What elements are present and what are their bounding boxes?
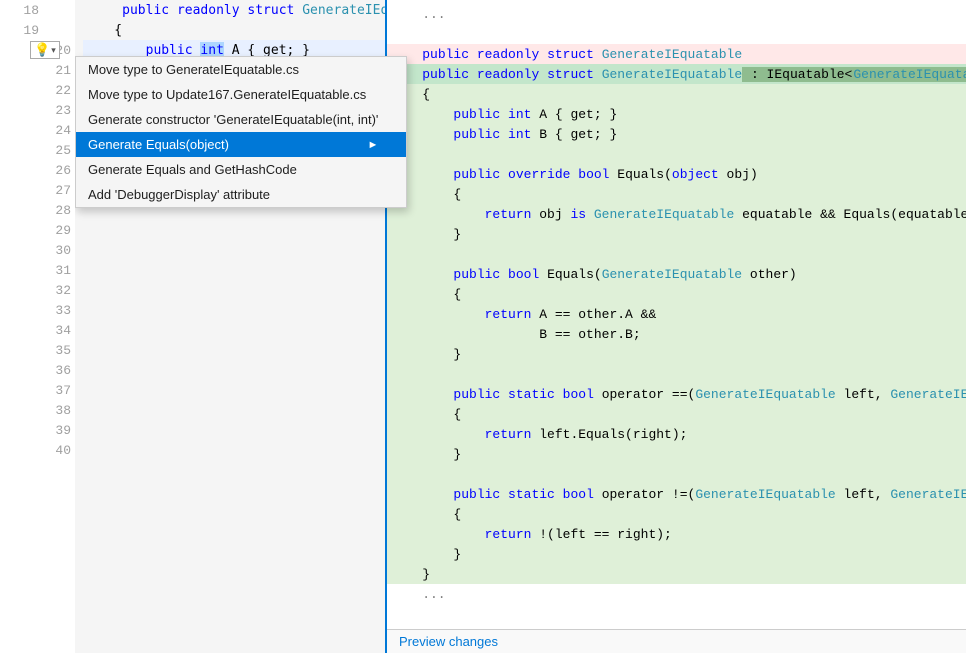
gutter-row-36: 36 — [0, 360, 75, 380]
line-num-37: 37 — [47, 383, 71, 398]
preview-line-op-neq: public static bool operator !=(GenerateI… — [387, 484, 966, 504]
gutter-row-40: 40 — [0, 440, 75, 460]
lightbulb-icon: 💡 — [34, 42, 50, 58]
gutter-row-30: 30 — [0, 240, 75, 260]
gutter-row-35: 35 — [0, 340, 75, 360]
preview-line-end: ... — [387, 584, 966, 604]
preview-line-int-b: public int B { get; } — [387, 124, 966, 144]
gutter-row-34: 34 — [0, 320, 75, 340]
line-num-22: 22 — [47, 83, 71, 98]
kw-readonly: readonly — [177, 3, 240, 18]
gutter-row-32: 32 — [0, 280, 75, 300]
gutter-row-38: 38 — [0, 400, 75, 420]
preview-line-override-equals: public override bool Equals(object obj) — [387, 164, 966, 184]
gutter-row-39: 39 — [0, 420, 75, 440]
gutter-row-24: 24 — [0, 120, 75, 140]
preview-code-area: ... public readonly struct GenerateIEqua… — [387, 0, 966, 629]
preview-line-1: ... — [387, 4, 966, 24]
line-num-28: 28 — [47, 203, 71, 218]
preview-line-brace2: { — [387, 184, 966, 204]
gutter-row-18: 18 — [0, 0, 75, 20]
preview-line-return-obj: return obj is GenerateIEquatable equatab… — [387, 204, 966, 224]
line-num-35: 35 — [47, 343, 71, 358]
gutter-row-20: 20 💡 ▾ — [0, 40, 75, 60]
preview-line-blank2 — [387, 144, 966, 164]
preview-line-brace7: } — [387, 444, 966, 464]
gutter-row-29: 29 — [0, 220, 75, 240]
preview-line-blank1 — [387, 24, 966, 44]
line-num-33: 33 — [47, 303, 71, 318]
menu-item-move-type-update[interactable]: Move type to Update167.GenerateIEquatabl… — [76, 82, 406, 107]
gutter-row-33: 33 — [0, 300, 75, 320]
preview-line-return-b: B == other.B; — [387, 324, 966, 344]
preview-line-brace4: { — [387, 284, 966, 304]
line-num-39: 39 — [47, 423, 71, 438]
gutter-row-19: 19 — [0, 20, 75, 40]
gutter-row-37: 37 — [0, 380, 75, 400]
editor-window: 18 19 20 💡 ▾ 21 22 23 24 — [0, 0, 966, 653]
line-num-32: 32 — [47, 283, 71, 298]
line-num-38: 38 — [47, 403, 71, 418]
gutter-row-23: 23 — [0, 100, 75, 120]
preview-footer[interactable]: Preview changes — [387, 629, 966, 653]
line-num-34: 34 — [47, 323, 71, 338]
line-num-26: 26 — [47, 163, 71, 178]
preview-changes-link[interactable]: Preview changes — [399, 634, 498, 649]
line-num-30: 30 — [47, 243, 71, 258]
line-num-29: 29 — [47, 223, 71, 238]
dropdown-arrow-icon: ▾ — [51, 45, 56, 56]
line-num-25: 25 — [47, 143, 71, 158]
kw-public: public — [122, 3, 169, 18]
line-num-23: 23 — [47, 103, 71, 118]
preview-line-removed-struct: public readonly struct GenerateIEquatabl… — [387, 44, 966, 64]
preview-line-added-struct: public readonly struct GenerateIEquatabl… — [387, 64, 966, 84]
gutter-row-28: 28 — [0, 200, 75, 220]
line-num-24: 24 — [47, 123, 71, 138]
preview-line-return-not: return !(left == right); — [387, 524, 966, 544]
menu-item-gen-equals[interactable]: Generate Equals(object) ► — [76, 132, 406, 157]
preview-line-bool-equals: public bool Equals(GenerateIEquatable ot… — [387, 264, 966, 284]
preview-line-brace-open: { — [387, 84, 966, 104]
menu-item-gen-constructor[interactable]: Generate constructor 'GenerateIEquatable… — [76, 107, 406, 132]
line-num-21: 21 — [47, 63, 71, 78]
preview-line-blank5 — [387, 464, 966, 484]
gutter-row-21: 21 — [0, 60, 75, 80]
line-num-18: 18 — [15, 3, 39, 18]
line-num-19: 19 — [15, 23, 39, 38]
gutter-row-31: 31 — [0, 260, 75, 280]
gutter-row-22: 22 — [0, 80, 75, 100]
preview-line-op-eq: public static bool operator ==(GenerateI… — [387, 384, 966, 404]
preview-line-brace9: } — [387, 544, 966, 564]
menu-item-move-type[interactable]: Move type to GenerateIEquatable.cs — [76, 57, 406, 82]
gutter-row-26: 26 — [0, 160, 75, 180]
lightbulb-button[interactable]: 💡 ▾ — [30, 41, 60, 59]
line-num-40: 40 — [47, 443, 71, 458]
preview-line-brace6: { — [387, 404, 966, 424]
preview-line-return-left: return left.Equals(right); — [387, 424, 966, 444]
code-and-overlays: public readonly struct GenerateIEquatabl… — [75, 0, 966, 653]
line-number-gutter: 18 19 20 💡 ▾ 21 22 23 24 — [0, 0, 75, 653]
preview-line-brace3: } — [387, 224, 966, 244]
gutter-row-27: 27 — [0, 180, 75, 200]
line-num-27: 27 — [47, 183, 71, 198]
kw-struct: struct — [247, 3, 294, 18]
gutter-row-25: 25 — [0, 140, 75, 160]
preview-line-int-a: public int A { get; } — [387, 104, 966, 124]
preview-line-blank3 — [387, 244, 966, 264]
preview-line-brace5: } — [387, 344, 966, 364]
context-menu: Move type to GenerateIEquatable.cs Move … — [75, 56, 407, 208]
menu-item-add-debugger[interactable]: Add 'DebuggerDisplay' attribute — [76, 182, 406, 207]
line-num-31: 31 — [47, 263, 71, 278]
preview-line-brace10: } — [387, 564, 966, 584]
menu-item-gen-equals-hash[interactable]: Generate Equals and GetHashCode — [76, 157, 406, 182]
preview-line-blank4 — [387, 364, 966, 384]
preview-line-return-a: return A == other.A && — [387, 304, 966, 324]
line-num-36: 36 — [47, 363, 71, 378]
menu-item-gen-equals-label: Generate Equals(object) — [88, 137, 229, 152]
preview-line-brace8: { — [387, 504, 966, 524]
preview-panel: ... public readonly struct GenerateIEqua… — [385, 0, 966, 653]
menu-submenu-arrow-icon: ► — [368, 139, 379, 151]
